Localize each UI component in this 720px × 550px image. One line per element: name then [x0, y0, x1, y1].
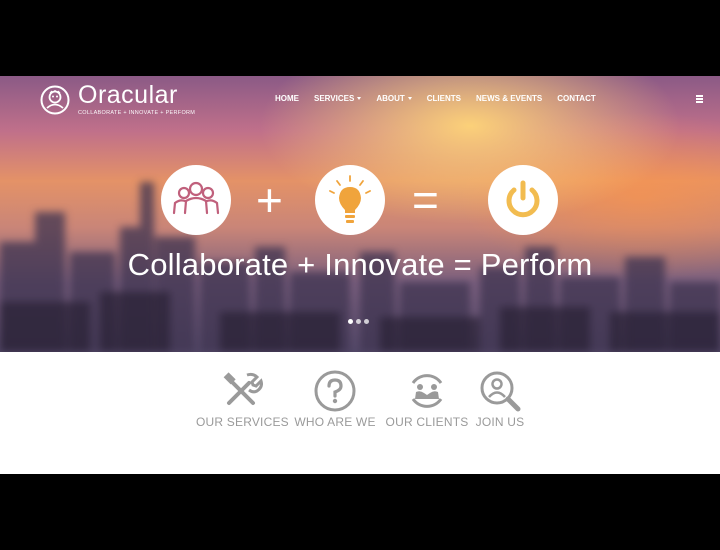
people-icon [161, 165, 231, 235]
feature-links: OUR SERVICES WHO ARE WE OUR CLIENTS JOIN… [0, 369, 720, 439]
nav-clients-label: CLIENTS [426, 94, 461, 103]
nav-about[interactable]: ABOUT [376, 94, 412, 103]
carousel-dot-3[interactable] [364, 319, 369, 324]
website-page: Oracular COLLABORATE + INNOVATE + PERFOR… [0, 76, 720, 474]
caret-down-icon [357, 97, 362, 100]
feature-join-us[interactable]: JOIN US [474, 369, 526, 429]
main-nav: HOME SERVICES ABOUT CLIENTS NEWS & EVENT… [275, 94, 611, 103]
feature-who-are-we[interactable]: WHO ARE WE [292, 369, 378, 429]
nav-news-events-label: NEWS & EVENTS [476, 94, 543, 103]
equals-operator: = [412, 174, 439, 226]
brand-name: Oracular [78, 81, 178, 109]
hero-banner: Oracular COLLABORATE + INNOVATE + PERFOR… [0, 76, 720, 352]
caret-down-icon [407, 97, 412, 100]
nav-clients[interactable]: CLIENTS [427, 94, 461, 103]
brand-tagline: COLLABORATE + INNOVATE + PERFORM [78, 110, 196, 116]
tools-icon [223, 372, 263, 405]
nav-home-label: HOME [275, 94, 299, 103]
feature-label: OUR SERVICES [196, 415, 289, 429]
nav-contact[interactable]: CONTACT [557, 94, 596, 103]
carousel-dot-1[interactable] [348, 319, 353, 324]
power-icon [488, 165, 558, 235]
nav-services-label: SERVICES [314, 94, 355, 103]
nav-about-label: ABOUT [376, 94, 405, 103]
feature-label: OUR CLIENTS [385, 415, 469, 429]
carousel-dots [348, 319, 372, 324]
question-icon [314, 370, 356, 412]
nav-services[interactable]: SERVICES [314, 94, 362, 103]
nav-news-events[interactable]: NEWS & EVENTS [476, 94, 542, 103]
hero-equation: + = [0, 165, 720, 235]
oracular-logo-icon [40, 85, 70, 114]
nav-contact-label: CONTACT [557, 94, 596, 103]
feature-our-services[interactable]: OUR SERVICES [196, 369, 289, 429]
person-search-icon [480, 371, 521, 412]
feature-our-clients[interactable]: OUR CLIENTS [384, 369, 470, 429]
lightbulb-icon [315, 165, 385, 235]
feature-label: JOIN US [475, 415, 525, 429]
hamburger-icon[interactable] [696, 95, 703, 103]
nav-home[interactable]: HOME [275, 94, 299, 103]
handshake-icon [411, 374, 443, 408]
plus-operator: + [256, 174, 283, 226]
carousel-dot-2[interactable] [356, 319, 361, 324]
hero-title: Collaborate + Innovate = Perform [127, 247, 593, 282]
feature-label: WHO ARE WE [294, 415, 376, 429]
brand-logo[interactable]: Oracular COLLABORATE + INNOVATE + PERFOR… [40, 83, 195, 116]
